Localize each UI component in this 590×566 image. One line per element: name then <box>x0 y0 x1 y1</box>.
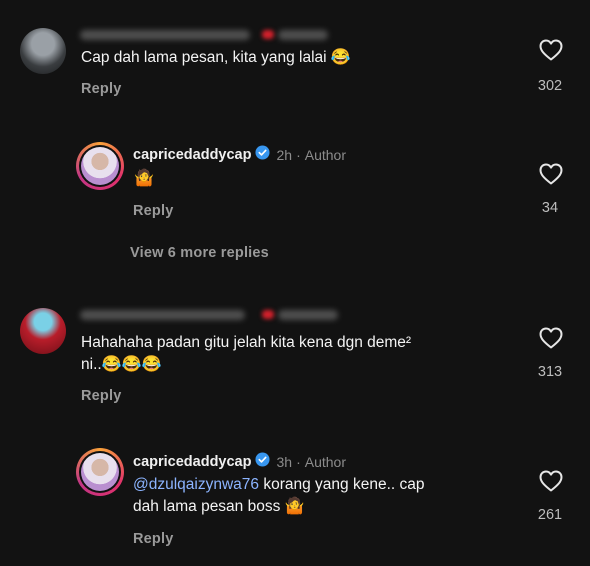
commenter-avatar[interactable] <box>20 28 66 74</box>
heart-icon[interactable] <box>539 327 563 349</box>
meta-separator: · <box>296 147 301 163</box>
like-count: 261 <box>537 507 563 523</box>
comment-text: Cap dah lama pesan, kita yang lalai 😂 <box>81 49 351 66</box>
author-header: capricedaddycap 3h · Author <box>133 452 346 472</box>
reply-button[interactable]: Reply <box>133 203 174 219</box>
meta-separator: · <box>296 454 301 470</box>
mention-link[interactable]: @dzulqaizynwa76 <box>133 476 259 493</box>
author-avatar[interactable] <box>76 142 124 190</box>
like-count: 313 <box>537 364 563 380</box>
author-tag: Author <box>304 147 346 163</box>
reply-time: 3h <box>276 454 293 470</box>
reply-button[interactable]: Reply <box>81 388 122 404</box>
commenter-avatar[interactable] <box>20 308 66 354</box>
author-username[interactable]: capricedaddycap <box>133 147 251 163</box>
reply-button[interactable]: Reply <box>133 531 174 547</box>
author-header: capricedaddycap 2h · Author <box>133 145 346 165</box>
comment-meta-blurred <box>278 30 328 40</box>
commenter-username-blurred[interactable] <box>80 310 245 320</box>
laughing-emoji: 😂😂😂 <box>101 356 162 373</box>
author-avatar[interactable] <box>76 448 124 496</box>
reply-time: 2h <box>276 147 293 163</box>
status-indicator <box>262 30 274 39</box>
like-count: 34 <box>541 200 559 216</box>
comment-text: Hahahaha padan gitu jelah kita kena dgn … <box>81 334 412 373</box>
shrug-emoji: 🤷 <box>284 498 305 515</box>
shrug-emoji: 🤷 <box>134 170 154 187</box>
heart-icon[interactable] <box>539 39 563 61</box>
heart-icon[interactable] <box>539 470 563 492</box>
reply-text: @dzulqaizynwa76 korang yang kene.. cap d… <box>133 476 425 515</box>
verified-badge-icon <box>255 452 271 472</box>
view-more-replies-button[interactable]: View 6 more replies <box>130 245 269 261</box>
reply-button[interactable]: Reply <box>81 81 122 97</box>
status-indicator <box>262 310 274 319</box>
laughing-emoji: 😂 <box>330 49 351 66</box>
author-username[interactable]: capricedaddycap <box>133 454 251 470</box>
verified-badge-icon <box>255 145 271 165</box>
comment-meta-blurred <box>278 310 338 320</box>
author-tag: Author <box>304 454 346 470</box>
heart-icon[interactable] <box>539 163 563 185</box>
commenter-username-blurred[interactable] <box>80 30 250 40</box>
like-count: 302 <box>537 78 563 94</box>
